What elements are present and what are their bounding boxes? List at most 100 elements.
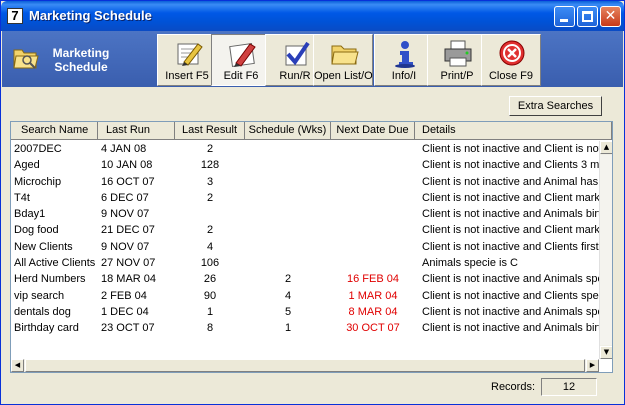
info-label: Info/I	[391, 70, 417, 82]
records-count: 12	[541, 378, 597, 396]
cell-details: Client is not inactive and Clients 3 mo	[422, 159, 599, 172]
table-row[interactable]: New Clients 9 NOV 07 4 Client is not inacti…	[11, 239, 599, 255]
cell-last-run: 16 OCT 07	[101, 175, 155, 188]
cell-last-result: 2	[206, 224, 214, 237]
col-header-search-name[interactable]: Search Name	[11, 122, 98, 140]
col-header-last-run[interactable]: Last Run	[98, 122, 175, 140]
app-icon[interactable]: 7	[7, 8, 23, 24]
cell-schedule	[245, 239, 331, 255]
edit-button[interactable]: Edit F6	[211, 34, 271, 86]
grid-header: Search Name Last Run Last Result Schedul…	[11, 122, 612, 140]
minimize-button[interactable]	[554, 6, 575, 27]
cell-last-run: 10 JAN 08	[101, 159, 153, 172]
scroll-up-icon[interactable]: ▲	[600, 141, 612, 154]
cell-last-run: 21 DEC 07	[101, 224, 155, 237]
cell-schedule	[245, 206, 331, 222]
table-row[interactable]: Microchip 16 OCT 07 3 Client is not inactiv…	[11, 174, 599, 190]
cell-schedule	[245, 190, 331, 206]
open-list-button[interactable]: Open List/O	[313, 34, 373, 86]
cell-last-run: 9 NOV 07	[101, 240, 150, 253]
print-button[interactable]: Print/P	[427, 34, 487, 86]
window-close-button[interactable]: ✕	[600, 6, 621, 27]
cell-last-result: 90	[203, 289, 217, 302]
table-row[interactable]: Birthday card 23 OCT 07 8 1 30 OCT 07 Client …	[11, 320, 599, 336]
cell-last-result: 8	[206, 322, 214, 335]
vertical-scroll-track[interactable]	[600, 155, 612, 345]
table-row[interactable]: Aged 10 JAN 08 128 Client is not inactive a…	[11, 157, 599, 173]
title-bar[interactable]: 7 Marketing Schedule ✕	[1, 1, 624, 31]
cell-details: Client is not inactive and Animals birth	[422, 322, 599, 335]
cell-details: Client is not inactive and Animals birth	[422, 208, 599, 221]
cell-search-name: New Clients	[14, 240, 73, 253]
table-row[interactable]: dentals dog 1 DEC 04 1 5 8 MAR 04 Client is n…	[11, 304, 599, 320]
cell-schedule: 4	[284, 289, 292, 302]
cell-schedule	[245, 222, 331, 238]
cell-last-run: 4 JAN 08	[101, 143, 147, 155]
pencil-paper-icon	[177, 43, 203, 66]
maximize-button[interactable]	[577, 6, 598, 27]
horizontal-scroll-thumb[interactable]	[25, 359, 585, 372]
cell-schedule: 1	[284, 322, 292, 335]
col-header-details[interactable]: Details	[415, 122, 612, 140]
col-header-next-date-due[interactable]: Next Date Due	[331, 122, 415, 140]
table-row[interactable]: Bday1 9 NOV 07 Client is not inactive and …	[11, 206, 599, 222]
horizontal-scrollbar[interactable]: ◀ ▶	[11, 359, 599, 372]
cell-search-name: Microchip	[14, 175, 62, 188]
scroll-down-icon[interactable]: ▼	[600, 346, 612, 359]
cell-schedule: 2	[284, 273, 292, 286]
open-list-label: Open List/O	[314, 70, 373, 82]
marketing-schedule-window: 7 Marketing Schedule ✕ Marketing Schedul…	[0, 0, 625, 405]
cell-search-name: Bday1	[14, 208, 46, 221]
info-person-icon	[395, 41, 415, 68]
cell-details: Client is not inactive and Client marke	[422, 224, 599, 237]
cell-details: Client is not inactive and Client marke	[422, 191, 599, 204]
table-row[interactable]: T4t 6 DEC 07 2 Client is not inactive and C…	[11, 190, 599, 206]
table-row[interactable]: All Active Clients 27 NOV 07 106 Animals sp…	[11, 255, 599, 271]
col-header-last-result[interactable]: Last Result	[175, 122, 245, 140]
scroll-right-icon[interactable]: ▶	[586, 359, 599, 372]
cell-next-date-due: 1 MAR 04	[348, 289, 398, 302]
records-label: Records:	[491, 381, 536, 393]
cell-last-run: 18 MAR 04	[101, 273, 157, 286]
cell-last-result: 2	[206, 191, 214, 204]
insert-button[interactable]: Insert F5	[157, 34, 217, 86]
col-header-schedule[interactable]: Schedule (Wks)	[245, 122, 331, 140]
cell-schedule	[245, 141, 331, 157]
cell-details: Client is not inactive and Animals spe	[422, 273, 599, 286]
cell-next-date-due: 16 FEB 04	[347, 273, 399, 286]
cell-search-name: vip search	[14, 289, 65, 302]
extra-searches-button[interactable]: Extra Searches	[509, 96, 602, 116]
header-title: Marketing Schedule	[46, 46, 116, 74]
printer-icon	[444, 40, 472, 67]
cell-next-date-due	[331, 239, 415, 255]
table-row[interactable]: vip search 2 FEB 04 90 4 1 MAR 04 Client is n…	[11, 288, 599, 304]
cell-next-date-due	[331, 255, 415, 271]
table-row[interactable]: Herd Numbers 18 MAR 04 26 2 16 FEB 04 Client …	[11, 271, 599, 287]
cell-schedule	[245, 174, 331, 190]
cell-last-result: 4	[206, 240, 214, 253]
scroll-left-icon[interactable]: ◀	[11, 359, 24, 372]
cell-search-name: 2007DEC	[14, 143, 62, 155]
table-row[interactable]: Dog food 21 DEC 07 2 Client is not inactive…	[11, 222, 599, 238]
edit-pencil-icon	[229, 43, 256, 67]
header-title-line2: Schedule	[54, 60, 108, 74]
info-button[interactable]: Info/I	[374, 34, 434, 86]
minimize-icon	[560, 19, 568, 22]
vertical-scrollbar[interactable]: ▲ ▼	[599, 141, 612, 359]
cell-search-name: Dog food	[14, 224, 59, 237]
cell-next-date-due	[331, 222, 415, 238]
cell-next-date-due	[331, 206, 415, 222]
cell-next-date-due	[331, 157, 415, 173]
close-button[interactable]: Close F9	[481, 34, 541, 86]
window-title: Marketing Schedule	[29, 8, 152, 23]
table-row[interactable]: 2007DEC 4 JAN 08 2 Client is not inactive a…	[11, 141, 599, 157]
cell-schedule: 5	[284, 305, 292, 318]
search-grid[interactable]: Search Name Last Run Last Result Schedul…	[10, 121, 613, 373]
cell-last-result	[175, 206, 245, 222]
cell-search-name: dentals dog	[14, 305, 71, 318]
edit-label: Edit F6	[223, 70, 259, 82]
cell-next-date-due: 8 MAR 04	[348, 305, 398, 318]
cell-search-name: Herd Numbers	[14, 273, 86, 286]
cell-search-name: All Active Clients	[14, 257, 96, 270]
cell-details: Animals specie is C	[422, 257, 518, 270]
